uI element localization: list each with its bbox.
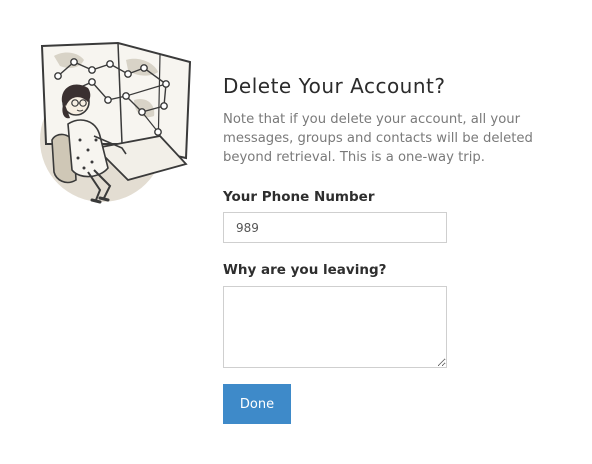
page-title: Delete Your Account? (223, 74, 446, 98)
leaving-reason-textarea[interactable] (223, 286, 447, 368)
delete-warning-note: Note that if you delete your account, al… (223, 112, 533, 165)
delete-account-form: Delete Your Account? Note that if you de… (223, 74, 563, 424)
delete-account-page: Delete Your Account? Note that if you de… (0, 0, 592, 464)
phone-number-input[interactable] (223, 212, 447, 243)
woman-at-map-desk-illustration (40, 41, 192, 204)
leaving-reason-label: Why are you leaving? (223, 262, 387, 278)
done-button[interactable]: Done (223, 384, 291, 424)
phone-number-label: Your Phone Number (223, 189, 375, 205)
